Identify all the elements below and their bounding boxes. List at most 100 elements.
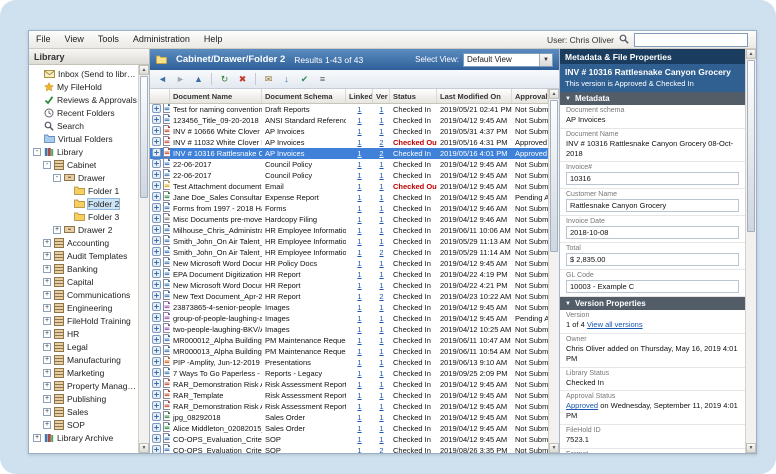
sidebar-item-search[interactable]: Search xyxy=(29,119,138,132)
linked-link[interactable]: 1 xyxy=(357,347,361,356)
section-header-version-properties[interactable]: ▼ Version Properties xyxy=(560,297,745,311)
ver-link[interactable]: 1 xyxy=(379,303,383,312)
tree-expander-icon[interactable]: + xyxy=(43,277,51,286)
linked-link[interactable]: 1 xyxy=(357,204,361,213)
ver-link[interactable]: 1 xyxy=(379,358,383,367)
table-row[interactable]: group-of-people-laughing-around-tab...Im… xyxy=(150,312,548,324)
sidebar-item-manufacturing[interactable]: + Manufacturing xyxy=(29,353,138,366)
ver-link[interactable]: 1 xyxy=(379,182,383,191)
table-row[interactable]: INV # 10666 White Clover Markets 8-...AP… xyxy=(150,125,548,137)
field-value[interactable]: 2018-10-08 xyxy=(566,226,739,240)
ver-link[interactable]: 2 xyxy=(379,446,383,453)
scroll-down-icon[interactable]: ▼ xyxy=(746,443,756,453)
ver-link[interactable]: 1 xyxy=(379,116,383,125)
delete-icon[interactable]: ✖ xyxy=(235,72,250,86)
linked-link[interactable]: 1 xyxy=(357,237,361,246)
sidebar-item-virtual-folders[interactable]: Virtual Folders xyxy=(29,132,138,145)
ver-link[interactable]: 1 xyxy=(379,105,383,114)
linked-link[interactable]: 1 xyxy=(357,446,361,453)
tree-expander-icon[interactable]: - xyxy=(33,147,41,156)
linked-link[interactable]: 1 xyxy=(357,380,361,389)
ver-link[interactable]: 1 xyxy=(379,413,383,422)
more-icon[interactable]: ≡ xyxy=(315,72,330,86)
properties-scrollbar[interactable]: ▲ ▼ xyxy=(745,49,756,453)
table-row[interactable]: MR000012_Alpha Building_201_2019...PM Ma… xyxy=(150,334,548,346)
table-row[interactable]: New Microsoft Word Document_Apr-...HR Re… xyxy=(150,279,548,291)
sidebar-item-engineering[interactable]: + Engineering xyxy=(29,301,138,314)
linked-link[interactable]: 1 xyxy=(357,127,361,136)
table-row[interactable]: INV # 10316 Rattlesnake Canyon Gr...AP I… xyxy=(150,147,548,159)
linked-link[interactable]: 1 xyxy=(357,435,361,444)
table-row[interactable]: Misc Documents pre-move Hardcopy Filing 1 1… xyxy=(150,213,548,225)
sidebar-item-drawer-2[interactable]: + Drawer 2 xyxy=(29,223,138,236)
field-value[interactable]: 10316 xyxy=(566,172,739,186)
column-header-icons[interactable] xyxy=(150,89,170,103)
tree-expander-icon[interactable]: + xyxy=(43,368,51,377)
tree-expander-icon[interactable]: + xyxy=(43,264,51,273)
menu-item-tools[interactable]: Tools xyxy=(91,31,126,48)
ver-link[interactable]: 1 xyxy=(379,160,383,169)
linked-link[interactable]: 1 xyxy=(357,292,361,301)
sidebar-item-property-management-maint-ser[interactable]: + Property Management Maint & Ser xyxy=(29,379,138,392)
tree-expander-icon[interactable]: - xyxy=(43,160,51,169)
ver-link[interactable]: 2 xyxy=(379,149,383,158)
scrollbar-thumb[interactable] xyxy=(550,100,558,252)
menu-item-file[interactable]: File xyxy=(29,31,58,48)
linked-link[interactable]: 1 xyxy=(357,325,361,334)
table-row[interactable]: Smith_John_On Air Talent_May 11_2...HR E… xyxy=(150,235,548,247)
sidebar-item-cabinet[interactable]: - Cabinet xyxy=(29,158,138,171)
table-row[interactable]: Test for naming conventions_2019-0...Dra… xyxy=(150,104,548,115)
ver-link[interactable]: 2 xyxy=(379,292,383,301)
table-row[interactable]: 22-06-2017 Council Policy 1 1 Checked In 2019… xyxy=(150,158,548,170)
column-header-name[interactable]: Document Name xyxy=(170,89,262,103)
ver-link[interactable]: 1 xyxy=(379,215,383,224)
tree-expander-icon[interactable]: + xyxy=(33,433,41,442)
linked-link[interactable]: 1 xyxy=(357,270,361,279)
table-row[interactable]: 23873865-4-senior-people-laughingImages 1… xyxy=(150,301,548,313)
tree-expander-icon[interactable]: + xyxy=(43,303,51,312)
sidebar-item-communications[interactable]: + Communications xyxy=(29,288,138,301)
linked-link[interactable]: 1 xyxy=(357,259,361,268)
ver-link[interactable]: 1 xyxy=(379,369,383,378)
linked-link[interactable]: 1 xyxy=(357,336,361,345)
column-header-ver[interactable]: Ver xyxy=(373,89,390,103)
sidebar-item-inbox-send-to-library[interactable]: Inbox (Send to library) xyxy=(29,67,138,80)
linked-link[interactable]: 1 xyxy=(357,303,361,312)
sidebar-item-folder-2[interactable]: Folder 2 xyxy=(29,197,138,210)
table-row[interactable]: CO-OPS_Evaluation_Criteria_for_Wat...SOP… xyxy=(150,433,548,445)
scroll-up-icon[interactable]: ▲ xyxy=(549,89,559,99)
ver-link[interactable]: 1 xyxy=(379,171,383,180)
sidebar-item-library-archive[interactable]: + Library Archive xyxy=(29,431,138,444)
linked-link[interactable]: 1 xyxy=(357,171,361,180)
sidebar-item-folder-3[interactable]: Folder 3 xyxy=(29,210,138,223)
sidebar-item-filehold-training[interactable]: + FileHold Training xyxy=(29,314,138,327)
ver-link[interactable]: 1 xyxy=(379,237,383,246)
table-row[interactable]: 22-06-2017 Council Policy 1 1 Checked In 2019… xyxy=(150,169,548,181)
field-link[interactable]: Approved xyxy=(566,401,598,410)
sidebar-item-marketing[interactable]: + Marketing xyxy=(29,366,138,379)
table-row[interactable]: INV # 11032 White Clover Markets 2-...AP… xyxy=(150,136,548,148)
refresh-icon[interactable]: ↻ xyxy=(217,72,232,86)
table-row[interactable]: Smith_John_On Air Talent_May 11_2...HR E… xyxy=(150,246,548,258)
linked-link[interactable]: 1 xyxy=(357,116,361,125)
tree-expander-icon[interactable]: + xyxy=(43,394,51,403)
tree-expander-icon[interactable]: - xyxy=(53,173,61,182)
back-icon[interactable]: ◄ xyxy=(155,72,170,86)
table-row[interactable]: Jane Doe_Sales Consultant_TravelExpense … xyxy=(150,191,548,203)
table-row[interactable]: CO-OPS_Evaluation_Criteria_for_Wat...SOP… xyxy=(150,444,548,453)
ver-link[interactable]: 1 xyxy=(379,435,383,444)
view-select[interactable]: Default View ▼ xyxy=(463,52,553,67)
table-row[interactable]: 123456_Title_09-20-2018 ANSI Standard Ref… xyxy=(150,114,548,126)
ver-link[interactable]: 2 xyxy=(379,248,383,257)
menu-item-view[interactable]: View xyxy=(58,31,91,48)
forward-icon[interactable]: ► xyxy=(173,72,188,86)
scrollbar-thumb[interactable] xyxy=(140,76,148,198)
linked-link[interactable]: 1 xyxy=(357,391,361,400)
tree-expander-icon[interactable]: + xyxy=(43,342,51,351)
table-row[interactable]: RAR_Demonstration Risk Assessment...Risk… xyxy=(150,378,548,390)
tree-expander-icon[interactable]: + xyxy=(43,316,51,325)
linked-link[interactable]: 1 xyxy=(357,281,361,290)
tree-expander-icon[interactable]: + xyxy=(43,381,51,390)
linked-link[interactable]: 1 xyxy=(357,402,361,411)
sidebar-item-legal[interactable]: + Legal xyxy=(29,340,138,353)
